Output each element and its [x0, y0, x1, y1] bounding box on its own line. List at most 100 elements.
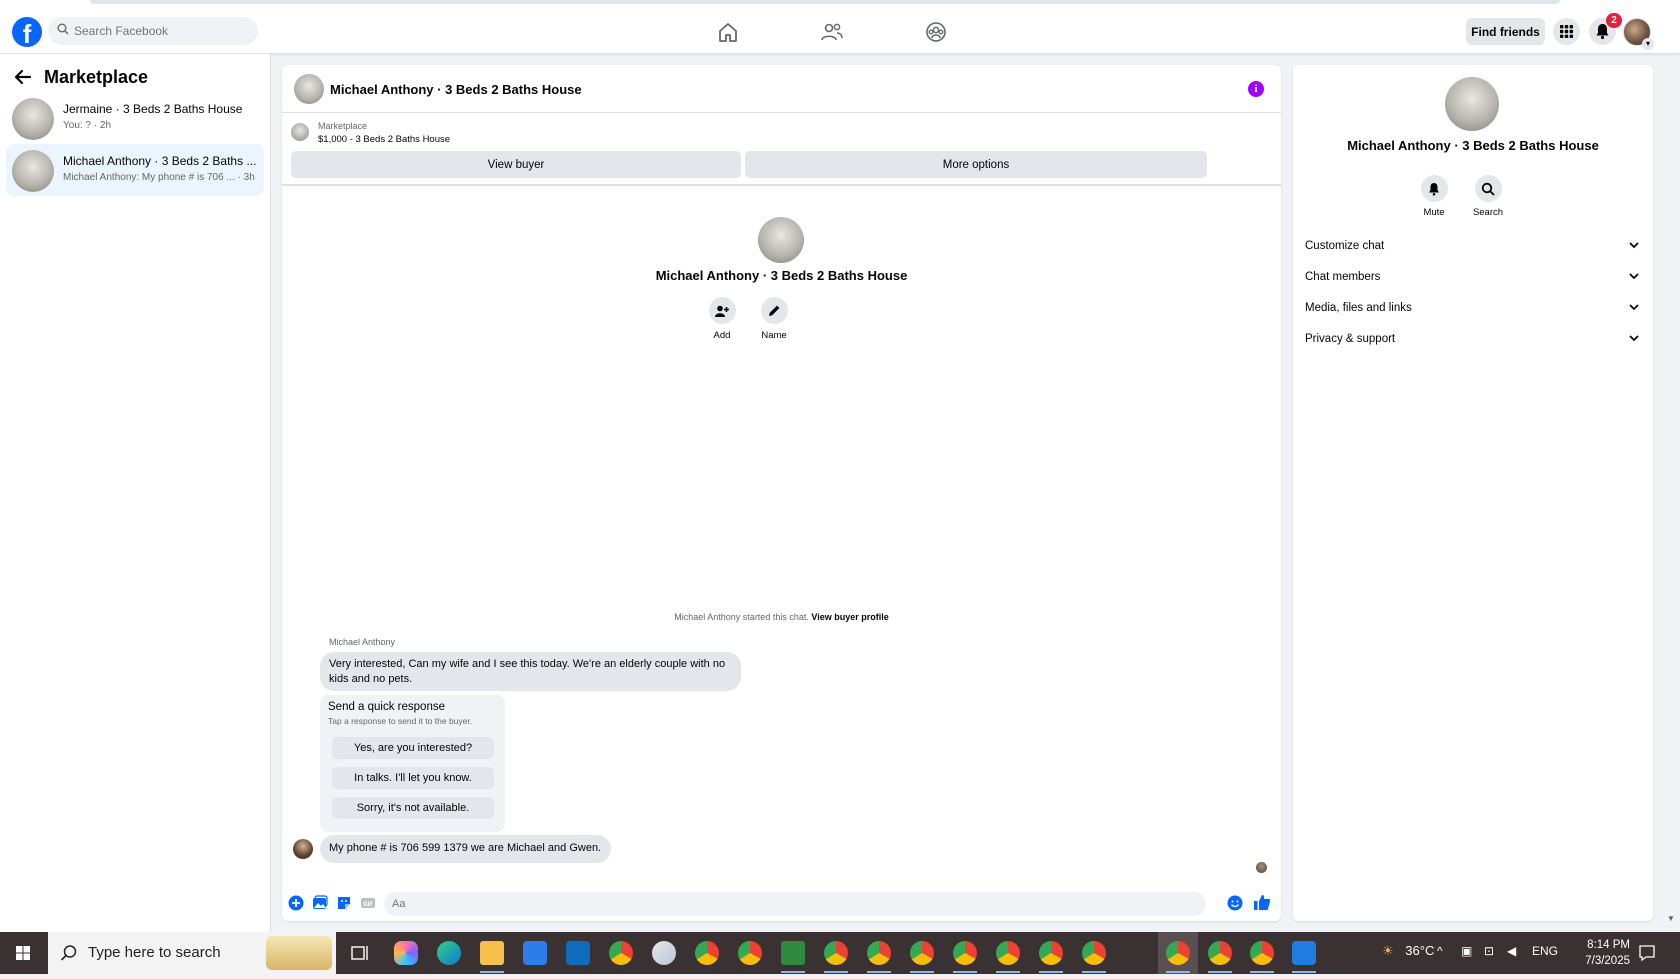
view-buyer-button[interactable]: View buyer: [291, 151, 741, 178]
listing-thumbnail: [291, 123, 309, 141]
section-privacy-support[interactable]: Privacy & support: [1305, 326, 1640, 354]
chrome-icon[interactable]: [1166, 941, 1190, 965]
photos-app-icon[interactable]: [1292, 941, 1316, 965]
conversation-item[interactable]: Jermaine · 3 Beds 2 Baths House You: ? ·…: [6, 92, 264, 144]
weather-icon: ☀: [1382, 943, 1394, 958]
active-indicator: [1208, 971, 1232, 973]
microsoft-store-icon[interactable]: [523, 941, 547, 965]
intro-name: Michael Anthony · 3 Beds 2 Baths House: [655, 268, 908, 283]
chrome-icon[interactable]: [867, 941, 891, 965]
details-avatar[interactable]: [1445, 77, 1499, 131]
active-indicator: [480, 971, 504, 973]
scrollbar-down-arrow[interactable]: ▼: [1667, 914, 1675, 923]
view-buyer-profile-link[interactable]: View buyer profile: [811, 612, 888, 622]
chrome-icon[interactable]: [953, 941, 977, 965]
plus-circle-icon[interactable]: [288, 895, 304, 911]
mute-action[interactable]: Mute: [1409, 175, 1459, 218]
section-customize-chat[interactable]: Customize chat: [1305, 233, 1640, 261]
friends-icon[interactable]: [820, 21, 844, 43]
chrome-icon[interactable]: [695, 941, 719, 965]
chat-title[interactable]: Michael Anthony · 3 Beds 2 Baths House: [330, 82, 582, 97]
edge-icon[interactable]: [437, 941, 461, 965]
weather-widget[interactable]: ☀ 36°C: [1382, 943, 1434, 959]
search-action[interactable]: Search: [1463, 175, 1513, 218]
search-box[interactable]: [48, 17, 258, 45]
sticker-icon[interactable]: [336, 895, 352, 911]
find-friends-button[interactable]: Find friends: [1466, 18, 1545, 45]
notification-center-icon[interactable]: [1638, 944, 1656, 962]
chevron-down-icon[interactable]: ▾: [1642, 38, 1654, 50]
chrome-icon[interactable]: [1250, 941, 1274, 965]
task-view-icon[interactable]: [348, 941, 372, 965]
mute-label: Mute: [1423, 207, 1445, 218]
groups-icon[interactable]: [924, 21, 948, 43]
search-icon: [1481, 182, 1495, 196]
section-media-files-links[interactable]: Media, files and links: [1305, 295, 1640, 323]
message-input-field[interactable]: [384, 892, 1206, 916]
seen-indicator-avatar: [1256, 862, 1267, 873]
chrome-icon[interactable]: [824, 941, 848, 965]
menu-button[interactable]: [1553, 18, 1580, 45]
sidebar-header: Marketplace: [14, 62, 148, 92]
search-input[interactable]: [74, 21, 249, 41]
marketplace-label: Marketplace: [318, 121, 368, 131]
temperature: 36°C: [1405, 943, 1435, 958]
section-label: Customize chat: [1305, 240, 1385, 252]
meet-now-icon[interactable]: ▣: [1461, 944, 1472, 958]
started-text: Michael Anthony started this chat.: [674, 612, 809, 622]
quick-response-hint: Tap a response to send it to the buyer.: [328, 716, 473, 726]
spreadsheet-icon[interactable]: [781, 941, 805, 965]
pinned-app-icon[interactable]: [652, 941, 676, 965]
active-indicator: [824, 971, 848, 973]
info-icon[interactable]: i: [1248, 81, 1264, 97]
language-indicator[interactable]: ENG: [1532, 944, 1558, 958]
outlook-icon[interactable]: [566, 941, 590, 965]
chrome-icon[interactable]: [910, 941, 934, 965]
gif-icon[interactable]: GIF: [360, 895, 376, 911]
chrome-icon[interactable]: [609, 941, 633, 965]
volume-icon[interactable]: ◀: [1507, 944, 1516, 958]
quick-response-option[interactable]: Sorry, it's not available.: [332, 797, 494, 819]
clock[interactable]: 8:14 PM 7/3/2025: [1560, 937, 1630, 969]
quick-response-option[interactable]: In talks. I'll let you know.: [332, 767, 494, 789]
active-indicator: [867, 971, 891, 973]
svg-text:GIF: GIF: [363, 902, 373, 908]
sender-avatar[interactable]: [293, 839, 313, 859]
home-icon[interactable]: [716, 21, 740, 43]
facebook-logo[interactable]: f: [12, 17, 42, 47]
quick-response-heading: Send a quick response: [328, 701, 445, 713]
network-icon[interactable]: ⊡: [1484, 944, 1494, 958]
chrome-icon[interactable]: [1039, 941, 1063, 965]
chat-avatar[interactable]: [294, 74, 324, 104]
chrome-icon[interactable]: [1082, 941, 1106, 965]
rename-action[interactable]: Name: [754, 297, 794, 341]
thumbs-up-icon[interactable]: [1253, 893, 1271, 911]
details-name: Michael Anthony · 3 Beds 2 Baths House: [1347, 138, 1599, 153]
taskbar-search[interactable]: Type here to search: [48, 932, 336, 974]
active-indicator: [781, 971, 805, 973]
notification-badge: 2: [1606, 13, 1622, 28]
back-arrow-icon[interactable]: [14, 69, 32, 85]
more-options-button[interactable]: More options: [745, 151, 1207, 178]
photo-icon[interactable]: [312, 895, 328, 911]
search-highlight-image: [266, 936, 332, 970]
chat-panel: Michael Anthony · 3 Beds 2 Baths House i…: [282, 65, 1281, 921]
conversations-sidebar: Marketplace Jermaine · 3 Beds 2 Baths Ho…: [0, 54, 271, 932]
start-button[interactable]: [0, 932, 46, 974]
listing-price-title[interactable]: $1,000 - 3 Beds 2 Baths House: [318, 134, 450, 145]
quick-response-option[interactable]: Yes, are you interested?: [332, 737, 494, 759]
chrome-icon[interactable]: [1208, 941, 1232, 965]
emoji-icon[interactable]: [1227, 895, 1243, 911]
file-explorer-icon[interactable]: [480, 941, 504, 965]
message-input[interactable]: [392, 896, 1172, 912]
chevron-up-icon[interactable]: ^: [1437, 944, 1443, 958]
message-bubble[interactable]: Very interested, Can my wife and I see t…: [320, 652, 741, 691]
section-chat-members[interactable]: Chat members: [1305, 264, 1640, 292]
add-member-action[interactable]: Add: [702, 297, 742, 341]
chrome-icon[interactable]: [738, 941, 762, 965]
chrome-icon[interactable]: [996, 941, 1020, 965]
copilot-icon[interactable]: [394, 941, 418, 965]
conversation-item-active[interactable]: Michael Anthony · 3 Beds 2 Baths ... Mic…: [6, 144, 264, 196]
message-bubble[interactable]: My phone # is 706 599 1379 we are Michae…: [320, 835, 611, 863]
quick-response-card: Send a quick response Tap a response to …: [320, 695, 505, 832]
